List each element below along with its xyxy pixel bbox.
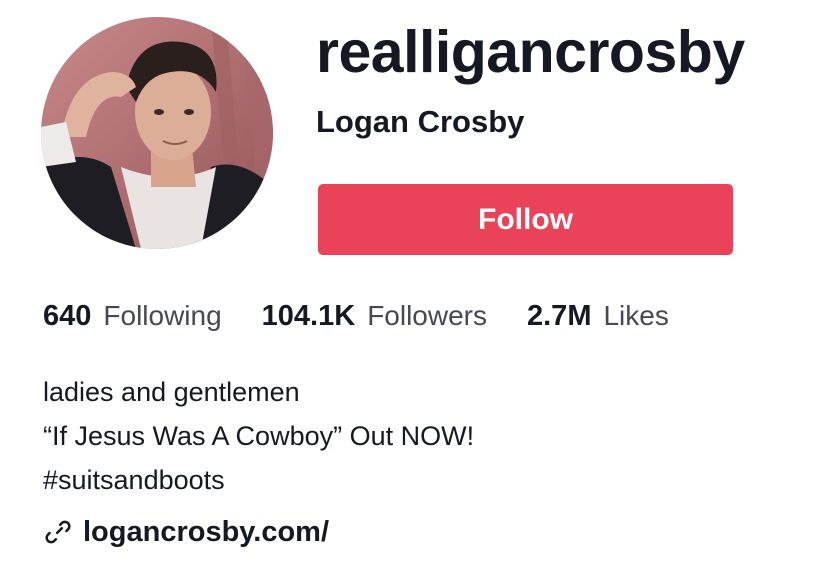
likes-label: Likes bbox=[603, 300, 669, 331]
profile-stats: 640 Following 104.1K Followers 2.7M Like… bbox=[43, 300, 709, 340]
stat-following[interactable]: 640 Following bbox=[43, 300, 222, 333]
profile-username: realligancrosby bbox=[316, 19, 745, 85]
followers-count: 104.1K bbox=[261, 300, 356, 332]
stat-followers[interactable]: 104.1K Followers bbox=[262, 300, 487, 333]
profile-link[interactable]: logancrosby.com/ bbox=[43, 510, 329, 554]
bio-line: “If Jesus Was A Cowboy” Out NOW! bbox=[43, 421, 475, 451]
profile-link-text[interactable]: logancrosby.com/ bbox=[83, 516, 329, 549]
bio-line: ladies and gentlemen bbox=[43, 377, 300, 407]
link-icon bbox=[45, 520, 71, 544]
avatar-image bbox=[41, 17, 273, 249]
profile-display-name: Logan Crosby bbox=[316, 104, 525, 139]
profile-bio: ladies and gentlemen “If Jesus Was A Cow… bbox=[43, 370, 474, 502]
followers-label: Followers bbox=[367, 300, 487, 331]
profile-avatar[interactable] bbox=[41, 17, 273, 249]
stat-likes: 2.7M Likes bbox=[527, 300, 669, 333]
bio-hashtag[interactable]: #suitsandboots bbox=[43, 458, 474, 502]
following-label: Following bbox=[103, 300, 222, 331]
likes-count: 2.7M bbox=[527, 300, 592, 332]
following-count: 640 bbox=[43, 300, 92, 332]
follow-button[interactable]: Follow bbox=[318, 184, 733, 255]
